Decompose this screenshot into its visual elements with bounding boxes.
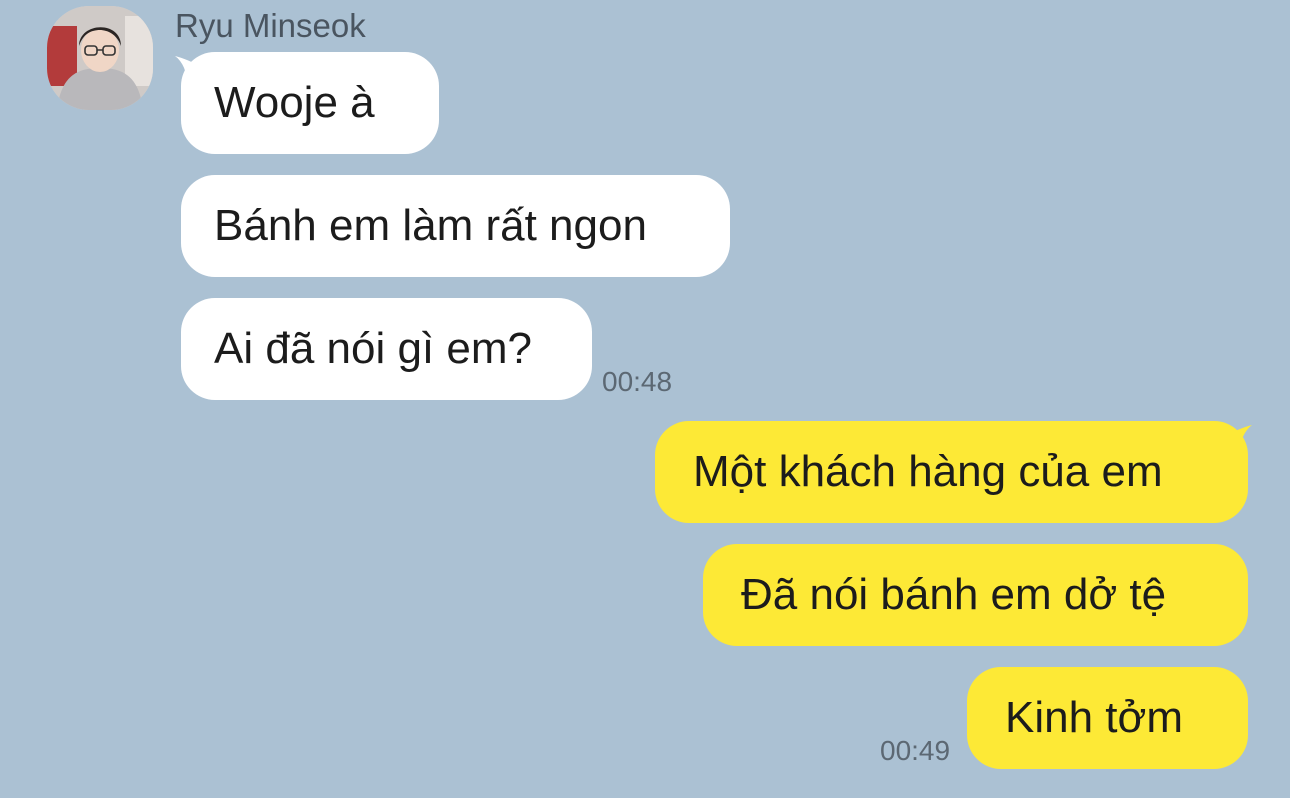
outgoing-message-bubble[interactable]: Kinh tởm (967, 667, 1248, 769)
message-text: Bánh em làm rất ngon (214, 201, 647, 250)
incoming-message-bubble[interactable]: Wooje à (181, 52, 439, 154)
message-text: Kinh tởm (1005, 693, 1184, 742)
message-timestamp: 00:48 (602, 366, 673, 397)
incoming-message-bubble[interactable]: Ai đã nói gì em? (181, 298, 592, 400)
incoming-message-bubble[interactable]: Bánh em làm rất ngon (181, 175, 730, 277)
sender-name: Ryu Minseok (175, 7, 366, 44)
message-text: Đã nói bánh em dở tệ (741, 570, 1167, 619)
outgoing-message-bubble[interactable]: Một khách hàng của em (655, 421, 1248, 523)
message-text: Ai đã nói gì em? (214, 324, 532, 373)
message-timestamp: 00:49 (880, 735, 951, 766)
message-text: Một khách hàng của em (693, 447, 1163, 496)
outgoing-message-bubble[interactable]: Đã nói bánh em dở tệ (703, 544, 1248, 646)
contact-avatar[interactable] (47, 6, 153, 110)
chat-thread[interactable]: Ryu Minseok Wooje à Bánh em làm rất ngon… (0, 0, 1290, 798)
avatar-photo-icon (47, 6, 153, 110)
message-text: Wooje à (214, 78, 375, 127)
